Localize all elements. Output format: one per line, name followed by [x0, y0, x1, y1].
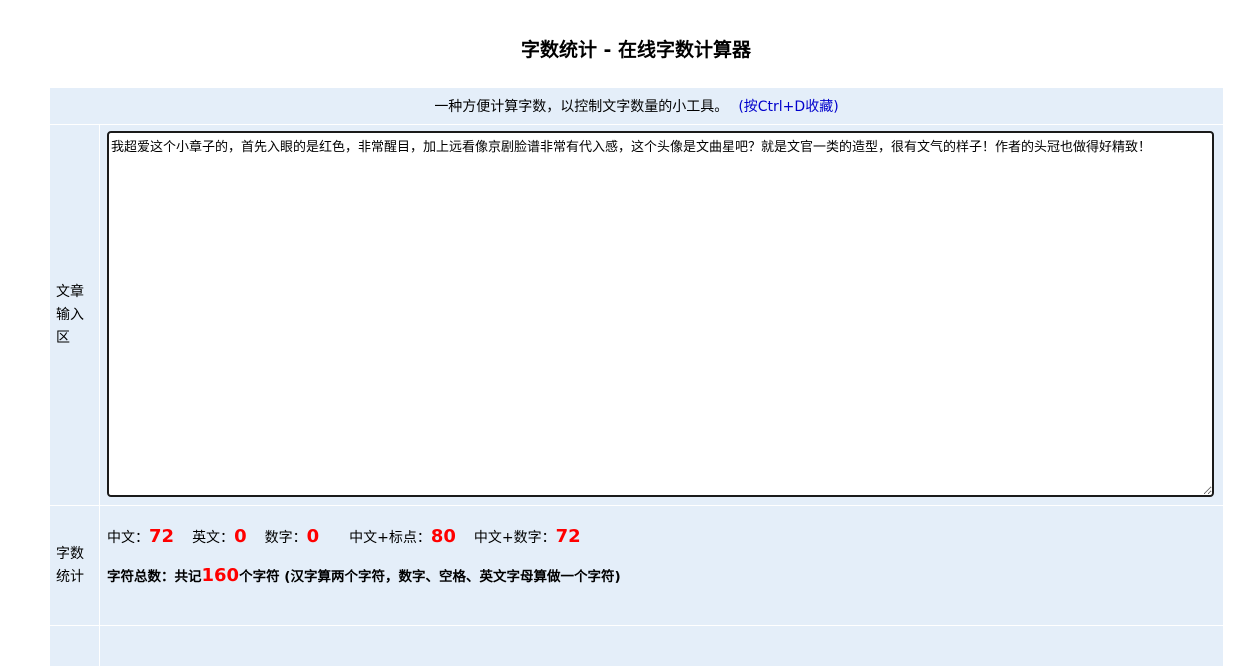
stat-chinese-digits-label: 中文+数字： [473, 530, 556, 546]
stats-row: 字数 统计 中文：72 英文：0 数字：0 中文+标点：80 中文+数字：72 … [50, 506, 1223, 626]
editor-label-line: 文章 [56, 283, 84, 300]
stats-label: 字数 统计 [50, 506, 100, 625]
total-suffix: 个字符 (汉字算两个字符，数字、空格、英文字母算做一个字符) [239, 569, 621, 585]
stat-english: 英文：0 [192, 526, 247, 547]
editor-label: 文章 输入 区 [50, 125, 100, 505]
stat-chinese-punct-value: 80 [430, 526, 456, 547]
stat-digits-value: 0 [306, 526, 320, 547]
stat-english-label: 英文： [192, 530, 235, 546]
stats-cell: 中文：72 英文：0 数字：0 中文+标点：80 中文+数字：72 字符总数：共… [100, 506, 1223, 625]
stats-label-line: 字数 [56, 545, 84, 562]
editor-label-line: 区 [56, 329, 70, 346]
intro-row: 一种方便计算字数，以控制文字数量的小工具。 (按Ctrl+D收藏) [50, 88, 1223, 125]
stat-chinese-label: 中文： [107, 530, 149, 546]
article-textarea[interactable]: 我超爱这个小章子的，首先入眼的是红色，非常醒目，加上远看像京剧脸谱非常有代入感，… [107, 131, 1214, 497]
blank-cell [100, 626, 1223, 666]
stat-chinese: 中文：72 [107, 526, 174, 547]
editor-row: 文章 输入 区 我超爱这个小章子的，首先入眼的是红色，非常醒目，加上远看像京剧脸… [50, 125, 1223, 506]
stat-digits-label: 数字： [264, 530, 307, 546]
blank-row [50, 626, 1223, 666]
stat-chinese-punct-label: 中文+标点： [349, 530, 431, 546]
stat-digits: 数字：0 [265, 526, 320, 547]
editor-cell: 我超爱这个小章子的，首先入眼的是红色，非常醒目，加上远看像京剧脸谱非常有代入感，… [100, 125, 1223, 505]
stat-chinese-value: 72 [149, 526, 175, 547]
blank-label [50, 626, 100, 666]
intro-description: 一种方便计算字数，以控制文字数量的小工具。 [434, 99, 729, 115]
bookmark-hint-link[interactable]: (按Ctrl+D收藏) [738, 96, 838, 116]
stat-chinese-punct: 中文+标点：80 [349, 526, 456, 547]
total-chars-line: 字符总数：共记160个字符 (汉字算两个字符，数字、空格、英文字母算做一个字符) [107, 565, 1216, 586]
total-prefix: 字符总数：共记 [107, 569, 202, 585]
counter-panel: 一种方便计算字数，以控制文字数量的小工具。 (按Ctrl+D收藏) 文章 输入 … [50, 88, 1223, 666]
editor-label-line: 输入 [56, 306, 84, 323]
stat-chinese-digits: 中文+数字：72 [474, 526, 581, 547]
stat-counts: 中文：72 英文：0 数字：0 中文+标点：80 中文+数字：72 [107, 526, 1216, 547]
page-title: 字数统计 - 在线字数计算器 [520, 39, 752, 61]
total-value: 160 [201, 565, 240, 586]
stats-label-line: 统计 [56, 568, 84, 585]
stat-english-value: 0 [234, 526, 247, 547]
stat-chinese-digits-value: 72 [555, 526, 581, 547]
